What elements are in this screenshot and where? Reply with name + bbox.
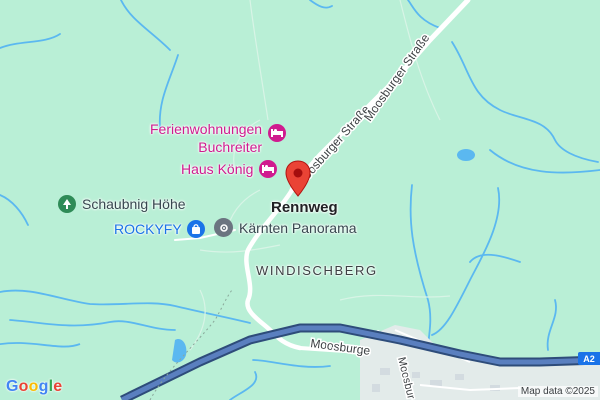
park-icon (58, 195, 76, 213)
logo-letter: G (6, 378, 19, 395)
google-logo: Google (6, 378, 62, 396)
logo-letter: o (28, 378, 39, 395)
bed-icon (268, 124, 287, 142)
locality-label-windischberg: WINDISCHBERG (256, 263, 378, 278)
poi-rockyfy-label: ROCKYFY (114, 221, 182, 237)
map-view[interactable]: Moosburger Straße Moosburger Straße Moos… (0, 0, 600, 400)
poi-rockyfy[interactable]: ROCKYFY (114, 220, 205, 238)
poi-haus-koenig[interactable]: Haus König (181, 160, 278, 178)
poi-haus-koenig-label: Haus König (181, 161, 254, 177)
highway-shield-a2: A2 (578, 352, 600, 365)
poi-ferien-line2: Buchreiter (198, 139, 263, 155)
poi-kaernten-panorama[interactable]: Kärnten Panorama (214, 218, 357, 237)
poi-ferien-line1: Ferienwohnungen (150, 121, 263, 137)
pond (457, 149, 475, 161)
poi-schaubnig-label: Schaubnig Höhe (82, 196, 186, 212)
logo-letter: e (53, 378, 63, 395)
logo-letter: o (18, 378, 29, 395)
logo-letter: g (38, 378, 49, 395)
map-attribution[interactable]: Map data ©2025 (517, 386, 598, 397)
shopping-bag-icon (186, 220, 205, 238)
bed-icon (259, 160, 278, 178)
pin-dot-icon (214, 218, 233, 237)
poi-ferienwohnungen-buchreiter[interactable]: Ferienwohnungen Buchreiter (150, 120, 287, 156)
poi-schaubnig-hoehe[interactable]: Schaubnig Höhe (58, 195, 186, 213)
poi-panorama-label: Kärnten Panorama (239, 219, 357, 236)
town-label-rennweg: Rennweg (271, 199, 338, 216)
location-pin-icon[interactable] (285, 160, 311, 198)
